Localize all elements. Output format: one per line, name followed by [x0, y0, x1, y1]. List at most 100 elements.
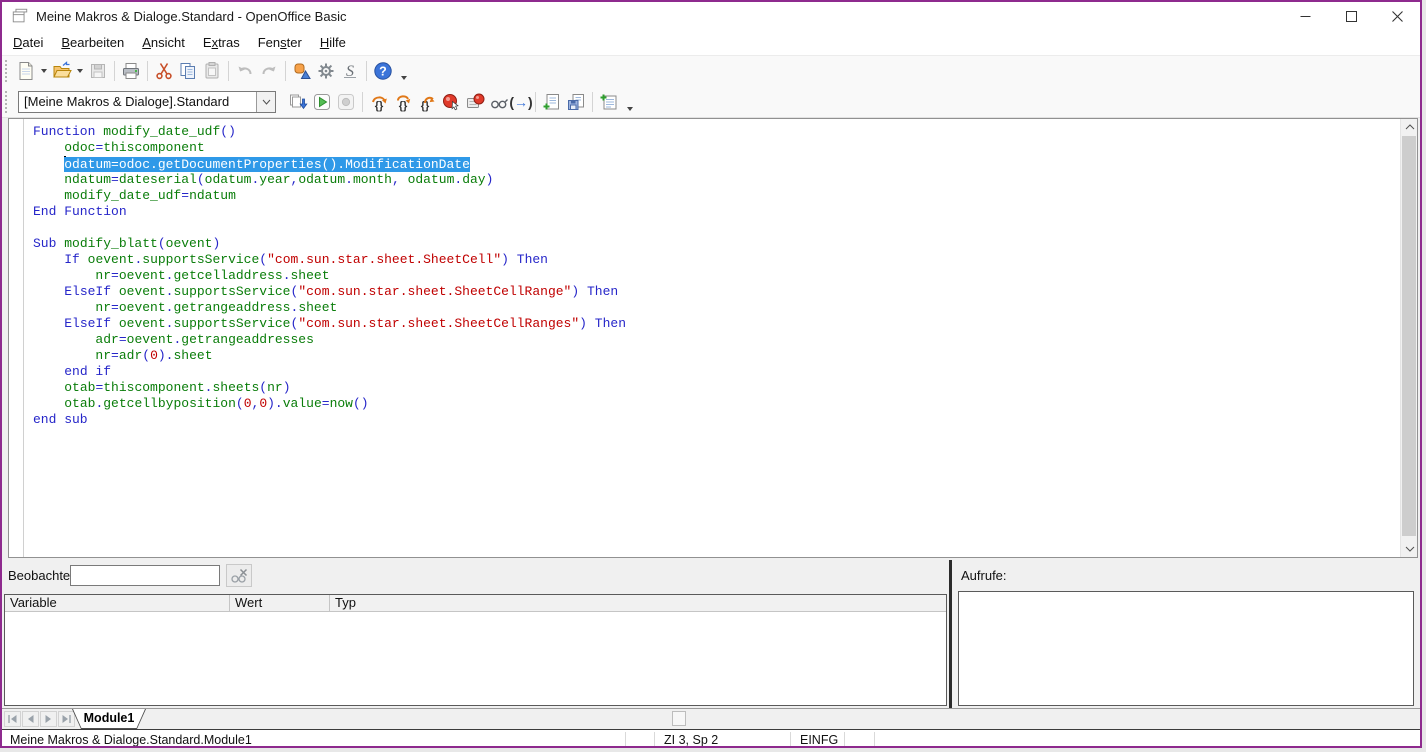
- vertical-scrollbar[interactable]: [1400, 119, 1417, 557]
- minimize-icon: [1300, 11, 1311, 22]
- previous-tab-button[interactable]: [22, 711, 39, 727]
- find-parentheses-button[interactable]: (→): [511, 90, 531, 114]
- scroll-up-button[interactable]: [1401, 119, 1418, 135]
- menu-item-extras[interactable]: Extras: [194, 30, 249, 55]
- menu-item-datei[interactable]: Datei: [4, 30, 52, 55]
- undo-button[interactable]: [233, 59, 257, 83]
- open-dropdown[interactable]: [74, 59, 86, 83]
- minimize-button[interactable]: [1282, 2, 1328, 30]
- status-separator: [790, 732, 791, 748]
- previous-tab-icon: [24, 714, 37, 724]
- settings-button[interactable]: [314, 59, 338, 83]
- scroll-down-button[interactable]: [1401, 541, 1418, 557]
- step-over-button[interactable]: {}: [367, 90, 391, 114]
- run-icon: [312, 92, 332, 112]
- toolbar-separator: [366, 61, 367, 81]
- manage-modules-button[interactable]: [597, 90, 621, 114]
- chevron-down-icon: [262, 99, 271, 105]
- save-source-icon: [566, 92, 586, 112]
- print-icon: [121, 61, 141, 81]
- step-into-icon: {}: [393, 92, 413, 112]
- watch-input[interactable]: [70, 565, 220, 586]
- watch-label: Beobachter:: [8, 568, 78, 583]
- code-line: nr=oevent.getcelladdress.sheet: [33, 268, 1400, 284]
- manage-breakpoints-button[interactable]: [463, 90, 487, 114]
- menu-item-hilfe[interactable]: Hilfe: [311, 30, 355, 55]
- new-document-dropdown[interactable]: [38, 59, 50, 83]
- code-area[interactable]: Function modify_date_udf() odoc=thiscomp…: [25, 119, 1400, 557]
- stop-button[interactable]: [334, 90, 358, 114]
- next-tab-button[interactable]: [40, 711, 57, 727]
- toolbar-overflow-button[interactable]: [623, 90, 637, 114]
- open-button[interactable]: [50, 59, 74, 83]
- standard-toolbar: S ?: [2, 55, 1420, 86]
- library-combobox-value: [Meine Makros & Dialoge].Standard: [19, 92, 256, 112]
- maximize-button[interactable]: [1328, 2, 1374, 30]
- toolbar-separator: [147, 61, 148, 81]
- column-header-typ[interactable]: Typ: [330, 595, 946, 611]
- menu-item-bearbeiten[interactable]: Bearbeiten: [52, 30, 133, 55]
- copy-button[interactable]: [176, 59, 200, 83]
- code-line: [33, 220, 1400, 236]
- vertical-scrollbar-thumb[interactable]: [1402, 136, 1416, 536]
- save-source-button[interactable]: [564, 90, 588, 114]
- library-combobox-dropdown[interactable]: [256, 92, 275, 112]
- open-icon: [52, 61, 72, 81]
- svg-text:{}: {}: [375, 100, 384, 112]
- insert-source-text-button[interactable]: [540, 90, 564, 114]
- step-into-button[interactable]: {}: [391, 90, 415, 114]
- help-button[interactable]: ?: [371, 59, 395, 83]
- paste-button[interactable]: [200, 59, 224, 83]
- breakpoint-button[interactable]: [439, 90, 463, 114]
- maximize-icon: [1346, 11, 1357, 22]
- debug-panels: Beobachter: Variable Wert Typ: [2, 560, 1420, 708]
- menu-item-ansicht[interactable]: Ansicht: [133, 30, 194, 55]
- compile-button[interactable]: [286, 90, 310, 114]
- tabbar-splitter-handle[interactable]: [672, 711, 686, 726]
- status-separator: [654, 732, 655, 748]
- code-editor: Function modify_date_udf() odoc=thiscomp…: [8, 118, 1418, 558]
- save-button[interactable]: [86, 59, 110, 83]
- code-line: ElseIf oevent.supportsService("com.sun.s…: [33, 316, 1400, 332]
- calls-list[interactable]: [958, 591, 1414, 706]
- watch-table-body[interactable]: [5, 612, 946, 705]
- next-tab-icon: [42, 714, 55, 724]
- new-document-button[interactable]: [14, 59, 38, 83]
- find-parentheses-icon: (→): [509, 94, 532, 110]
- toolbar-overflow-button[interactable]: [397, 59, 411, 83]
- column-header-variable[interactable]: Variable: [5, 595, 230, 611]
- svg-text:?: ?: [379, 65, 387, 79]
- close-button[interactable]: [1374, 2, 1420, 30]
- app-icon: [11, 7, 29, 25]
- toolbar-separator: [285, 61, 286, 81]
- object-catalog-button[interactable]: [290, 59, 314, 83]
- first-tab-button[interactable]: [4, 711, 21, 727]
- copy-icon: [178, 61, 198, 81]
- column-header-wert[interactable]: Wert: [230, 595, 330, 611]
- tab-module1[interactable]: Module1: [72, 709, 146, 729]
- toolbar-grip[interactable]: [5, 60, 10, 82]
- library-combobox[interactable]: [Meine Makros & Dialoge].Standard: [18, 91, 276, 113]
- code-line: otab=thiscomponent.sheets(nr): [33, 380, 1400, 396]
- toolbar-grip[interactable]: [5, 91, 10, 113]
- breakpoint-gutter[interactable]: [9, 119, 24, 557]
- status-insert-mode: EINFG: [800, 730, 838, 748]
- code-line: If oevent.supportsService("com.sun.star.…: [33, 252, 1400, 268]
- redo-icon: [259, 61, 279, 81]
- status-separator: [625, 732, 626, 748]
- run-button[interactable]: [310, 90, 334, 114]
- redo-button[interactable]: [257, 59, 281, 83]
- macro-script-icon: S: [340, 61, 360, 81]
- enable-watch-button[interactable]: [487, 90, 511, 114]
- macro-toolbar: [Meine Makros & Dialoge].Standard: [2, 86, 1420, 118]
- dropdown-arrow-icon: [41, 69, 47, 73]
- step-out-button[interactable]: {}: [415, 90, 439, 114]
- help-icon: ?: [373, 61, 393, 81]
- cut-button[interactable]: [152, 59, 176, 83]
- print-button[interactable]: [119, 59, 143, 83]
- menu-bar: DateiBearbeitenAnsichtExtrasFensterHilfe: [2, 30, 1420, 55]
- macro-script-button[interactable]: S: [338, 59, 362, 83]
- code-line: Sub modify_blatt(oevent): [33, 236, 1400, 252]
- menu-item-fenster[interactable]: Fenster: [249, 30, 311, 55]
- remove-watch-button[interactable]: [226, 564, 252, 587]
